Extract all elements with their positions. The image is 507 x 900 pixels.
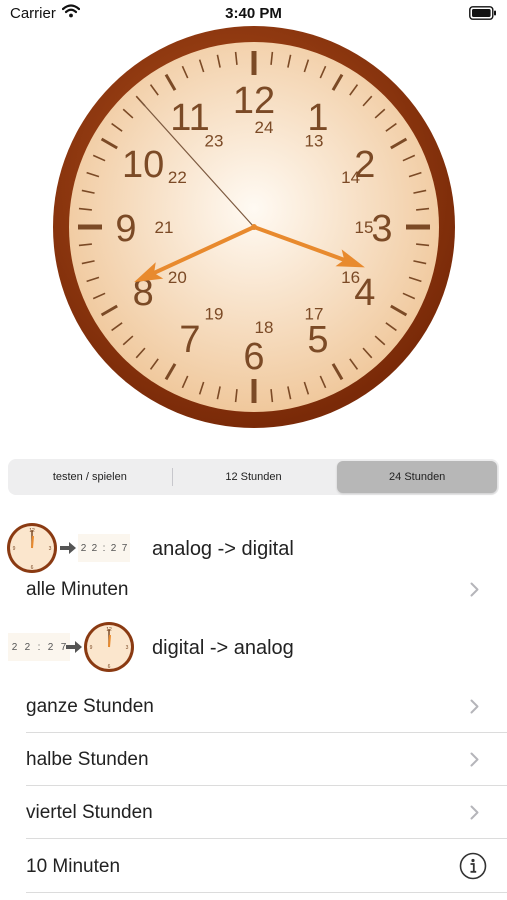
svg-text:12: 12 — [29, 528, 35, 534]
hour-numeral-12h: 7 — [179, 319, 200, 361]
thumb-digit: 2 — [110, 542, 117, 554]
hour-numeral-24h: 17 — [305, 305, 324, 324]
row-label: viertel Stunden — [26, 802, 153, 823]
segment-24-stunden[interactable]: 24 Stunden — [337, 461, 498, 493]
row-label: 10 Minuten — [26, 856, 121, 877]
segment-testen-spielen[interactable]: testen / spielen — [10, 461, 170, 493]
row-viertel-stunden[interactable]: viertel Stunden — [0, 786, 507, 839]
svg-text:9: 9 — [90, 645, 93, 651]
hour-numeral-12h: 5 — [307, 319, 328, 361]
svg-text:9: 9 — [13, 546, 16, 552]
arrow-right-icon — [60, 542, 76, 554]
row-label: alle Minuten — [26, 579, 129, 600]
row-halbe-stunden[interactable]: halbe Stunden — [0, 733, 507, 786]
segment-label: 24 Stunden — [389, 471, 446, 483]
svg-text:12: 12 — [106, 627, 112, 633]
hour-numeral-24h: 14 — [341, 168, 360, 187]
thumb-digit: 7 — [121, 542, 128, 554]
hour-numeral-24h: 20 — [168, 268, 187, 287]
row-separator — [26, 892, 507, 893]
chevron-right-icon — [470, 582, 479, 597]
chevron-right-icon — [470, 752, 479, 767]
thumb-digit: : — [102, 542, 106, 554]
hour-numeral-24h: 18 — [255, 318, 274, 337]
analog-clock: 12 1 2 3 4 5 6 7 8 9 10 11 24 13 14 15 16 17 18 19 20 21 22 23 — [52, 25, 456, 429]
thumb-digit: : — [37, 641, 41, 653]
hour-numeral-12h: 6 — [243, 336, 264, 378]
row-label: ganze Stunden — [26, 696, 154, 717]
thumb-digit: 2 — [24, 641, 31, 653]
chevron-right-icon — [470, 805, 479, 820]
row-ganze-stunden[interactable]: ganze Stunden — [0, 680, 507, 733]
hour-numeral-24h: 19 — [205, 305, 224, 324]
status-time: 3:40 PM — [225, 5, 282, 22]
info-circle-icon[interactable] — [459, 852, 487, 880]
hour-numeral-24h: 15 — [355, 218, 374, 237]
hour-numeral-24h: 22 — [168, 168, 187, 187]
section-digital-analog: 2 2 : 2 7 12 3 6 9 digital -> analog — [0, 619, 507, 675]
section-title: analog -> digital — [152, 538, 294, 560]
row-10-minuten[interactable]: 10 Minuten — [0, 840, 507, 893]
row-separator — [26, 838, 507, 839]
hour-numeral-24h: 21 — [155, 218, 174, 237]
hour-numeral-12h: 3 — [371, 208, 392, 250]
mode-segmented-control[interactable]: testen / spielen 12 Stunden 24 Stunden — [8, 459, 499, 495]
digital-thumbnail: 2 2 : 2 7 — [8, 633, 70, 661]
battery-icon — [469, 6, 497, 25]
hour-numeral-12h: 10 — [122, 144, 164, 186]
thumb-digit: 2 — [47, 641, 54, 653]
digital-thumbnail: 2 2 : 2 7 — [78, 534, 130, 562]
row-alle-minuten[interactable]: alle Minuten — [0, 563, 507, 616]
hour-numeral-12h: 12 — [233, 80, 275, 122]
thumb-digit: 2 — [91, 542, 98, 554]
hour-numeral-12h: 9 — [115, 208, 136, 250]
mini-clock-icon: 12 3 6 9 — [84, 622, 134, 672]
clock-center-pin — [251, 224, 257, 230]
clock-face-svg: 12 1234567891011 241314151617181920212223 — [53, 26, 455, 428]
segment-12-stunden[interactable]: 12 Stunden — [171, 461, 334, 493]
segment-label: 12 Stunden — [225, 471, 282, 483]
arrow-right-icon — [66, 641, 82, 653]
hour-numeral-24h: 24 — [255, 118, 274, 137]
segment-label: testen / spielen — [52, 471, 127, 483]
thumb-digit: 2 — [80, 542, 87, 554]
svg-text:3: 3 — [49, 546, 52, 552]
hour-numeral-24h: 16 — [341, 268, 360, 287]
chevron-right-icon — [470, 699, 479, 714]
svg-text:6: 6 — [108, 664, 111, 670]
row-label: halbe Stunden — [26, 749, 149, 770]
status-bar: Carrier 3:40 PM — [0, 0, 507, 28]
hour-numeral-24h: 23 — [205, 131, 224, 150]
svg-text:3: 3 — [126, 645, 129, 651]
hour-numeral-24h: 13 — [305, 131, 324, 150]
thumb-digit: 2 — [11, 641, 18, 653]
section-title: digital -> analog — [152, 637, 294, 659]
